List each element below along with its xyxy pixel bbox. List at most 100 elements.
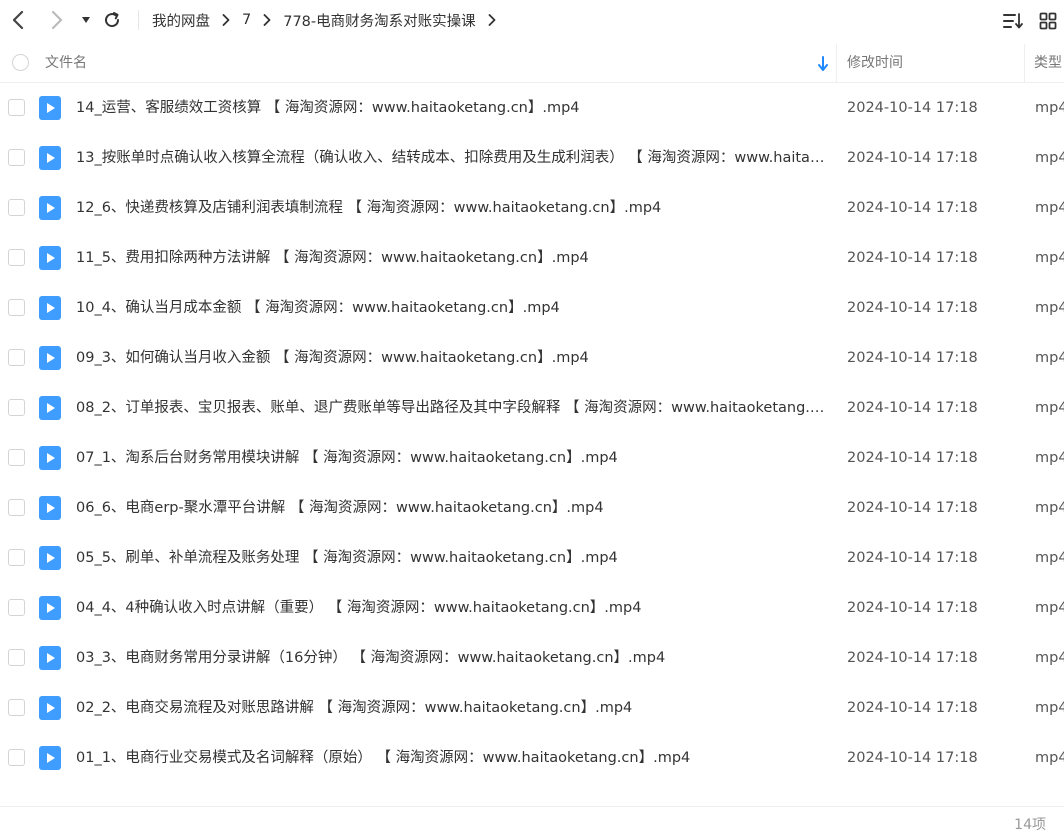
file-name[interactable]: 09_3、如何确认当月收入金额 【 海淘资源网：www.haitaoketang… [76, 333, 828, 383]
row-checkbox[interactable] [8, 649, 25, 666]
row-checkbox[interactable] [8, 349, 25, 366]
file-type: mp4 [1035, 400, 1064, 416]
chevron-right-icon [488, 14, 496, 26]
forward-button[interactable] [43, 6, 71, 34]
file-name[interactable]: 14_运营、客服绩效工资核算 【 海淘资源网：www.haitaoketang.… [76, 83, 828, 133]
file-list: 14_运营、客服绩效工资核算 【 海淘资源网：www.haitaoketang.… [0, 83, 1064, 783]
nav-divider [138, 10, 139, 30]
select-all-checkbox[interactable] [12, 54, 29, 71]
row-checkbox[interactable] [8, 99, 25, 116]
file-modified-time: 2024-10-14 17:18 [847, 750, 978, 766]
row-checkbox[interactable] [8, 599, 25, 616]
caret-down-icon [82, 17, 90, 23]
file-name[interactable]: 04_4、4种确认收入时点讲解（重要） 【 海淘资源网：www.haitaoke… [76, 583, 828, 633]
sort-down-arrow-icon[interactable] [816, 56, 830, 72]
view-mode-button[interactable] [1035, 8, 1061, 34]
back-button[interactable] [4, 6, 32, 34]
row-checkbox[interactable] [8, 249, 25, 266]
file-row[interactable]: 13_按账单时点确认收入核算全流程（确认收入、结转成本、扣除费用及生成利润表） … [0, 133, 1064, 183]
row-checkbox[interactable] [8, 149, 25, 166]
video-file-icon [39, 296, 61, 320]
file-type: mp4 [1035, 750, 1064, 766]
file-modified-time: 2024-10-14 17:18 [847, 300, 978, 316]
file-type: mp4 [1035, 250, 1064, 266]
navigation-bar: 我的网盘 7 778-电商财务淘系对账实操课 [0, 0, 1064, 40]
file-row[interactable]: 08_2、订单报表、宝贝报表、账单、退广费账单等导出路径及其中字段解释 【 海淘… [0, 383, 1064, 433]
file-type: mp4 [1035, 600, 1064, 616]
file-type: mp4 [1035, 100, 1064, 116]
file-row[interactable]: 02_2、电商交易流程及对账思路讲解 【 海淘资源网：www.haitaoket… [0, 683, 1064, 733]
file-type: mp4 [1035, 450, 1064, 466]
file-name[interactable]: 01_1、电商行业交易模式及名词解释（原始） 【 海淘资源网：www.haita… [76, 733, 828, 783]
column-divider[interactable] [836, 44, 837, 83]
row-checkbox[interactable] [8, 749, 25, 766]
chevron-left-icon [12, 11, 24, 29]
video-file-icon [39, 696, 61, 720]
sort-button[interactable] [1000, 8, 1026, 34]
row-checkbox[interactable] [8, 199, 25, 216]
file-modified-time: 2024-10-14 17:18 [847, 150, 978, 166]
file-name[interactable]: 10_4、确认当月成本金额 【 海淘资源网：www.haitaoketang.c… [76, 283, 828, 333]
file-name[interactable]: 02_2、电商交易流程及对账思路讲解 【 海淘资源网：www.haitaoket… [76, 683, 828, 733]
file-name[interactable]: 05_5、刷单、补单流程及账务处理 【 海淘资源网：www.haitaoketa… [76, 533, 828, 583]
file-modified-time: 2024-10-14 17:18 [847, 500, 978, 516]
video-file-icon [39, 446, 61, 470]
file-row[interactable]: 03_3、电商财务常用分录讲解（16分钟） 【 海淘资源网：www.haitao… [0, 633, 1064, 683]
video-file-icon [39, 346, 61, 370]
row-checkbox[interactable] [8, 499, 25, 516]
file-modified-time: 2024-10-14 17:18 [847, 450, 978, 466]
row-checkbox[interactable] [8, 449, 25, 466]
column-header-time[interactable]: 修改时间 [847, 44, 903, 83]
row-checkbox[interactable] [8, 699, 25, 716]
breadcrumb: 我的网盘 7 778-电商财务淘系对账实操课 [152, 0, 508, 40]
item-count: 14项 [1014, 817, 1046, 833]
column-header-name[interactable]: 文件名 [45, 44, 87, 83]
file-type: mp4 [1035, 700, 1064, 716]
file-name[interactable]: 13_按账单时点确认收入核算全流程（确认收入、结转成本、扣除费用及生成利润表） … [76, 133, 828, 183]
file-type: mp4 [1035, 300, 1064, 316]
breadcrumb-item-current[interactable]: 778-电商财务淘系对账实操课 [283, 10, 475, 31]
refresh-icon [105, 12, 120, 28]
file-row[interactable]: 04_4、4种确认收入时点讲解（重要） 【 海淘资源网：www.haitaoke… [0, 583, 1064, 633]
breadcrumb-item-root[interactable]: 我的网盘 [152, 10, 210, 31]
refresh-button[interactable] [98, 6, 126, 34]
video-file-icon [39, 246, 61, 270]
file-row[interactable]: 11_5、费用扣除两种方法讲解 【 海淘资源网：www.haitaoketang… [0, 233, 1064, 283]
file-name[interactable]: 07_1、淘系后台财务常用模块讲解 【 海淘资源网：www.haitaoketa… [76, 433, 828, 483]
grid-view-icon [1039, 12, 1057, 30]
column-divider[interactable] [1024, 44, 1025, 83]
file-row[interactable]: 12_6、快递费核算及店铺利润表填制流程 【 海淘资源网：www.haitaok… [0, 183, 1064, 233]
file-name[interactable]: 06_6、电商erp-聚水潭平台讲解 【 海淘资源网：www.haitaoket… [76, 483, 828, 533]
chevron-right-icon [51, 11, 63, 29]
file-modified-time: 2024-10-14 17:18 [847, 650, 978, 666]
row-checkbox[interactable] [8, 299, 25, 316]
file-list-header: 文件名 修改时间 类型 [0, 44, 1064, 83]
video-file-icon [39, 746, 61, 770]
file-row[interactable]: 10_4、确认当月成本金额 【 海淘资源网：www.haitaoketang.c… [0, 283, 1064, 333]
file-row[interactable]: 06_6、电商erp-聚水潭平台讲解 【 海淘资源网：www.haitaoket… [0, 483, 1064, 533]
video-file-icon [39, 646, 61, 670]
footer-divider [0, 806, 1064, 807]
file-modified-time: 2024-10-14 17:18 [847, 250, 978, 266]
history-dropdown-button[interactable] [72, 6, 100, 34]
file-name[interactable]: 08_2、订单报表、宝贝报表、账单、退广费账单等导出路径及其中字段解释 【 海淘… [76, 383, 828, 433]
file-name[interactable]: 11_5、费用扣除两种方法讲解 【 海淘资源网：www.haitaoketang… [76, 233, 828, 283]
video-file-icon [39, 146, 61, 170]
file-type: mp4 [1035, 350, 1064, 366]
file-row[interactable]: 05_5、刷单、补单流程及账务处理 【 海淘资源网：www.haitaoketa… [0, 533, 1064, 583]
breadcrumb-item-folder[interactable]: 7 [242, 12, 251, 28]
file-type: mp4 [1035, 200, 1064, 216]
file-name[interactable]: 12_6、快递费核算及店铺利润表填制流程 【 海淘资源网：www.haitaok… [76, 183, 828, 233]
file-modified-time: 2024-10-14 17:18 [847, 400, 978, 416]
file-row[interactable]: 07_1、淘系后台财务常用模块讲解 【 海淘资源网：www.haitaoketa… [0, 433, 1064, 483]
row-checkbox[interactable] [8, 549, 25, 566]
column-header-type[interactable]: 类型 [1034, 44, 1062, 83]
file-name[interactable]: 03_3、电商财务常用分录讲解（16分钟） 【 海淘资源网：www.haitao… [76, 633, 828, 683]
video-file-icon [39, 596, 61, 620]
file-row[interactable]: 14_运营、客服绩效工资核算 【 海淘资源网：www.haitaoketang.… [0, 83, 1064, 133]
file-modified-time: 2024-10-14 17:18 [847, 600, 978, 616]
file-row[interactable]: 09_3、如何确认当月收入金额 【 海淘资源网：www.haitaoketang… [0, 333, 1064, 383]
file-row[interactable]: 01_1、电商行业交易模式及名词解释（原始） 【 海淘资源网：www.haita… [0, 733, 1064, 783]
file-type: mp4 [1035, 150, 1064, 166]
row-checkbox[interactable] [8, 399, 25, 416]
